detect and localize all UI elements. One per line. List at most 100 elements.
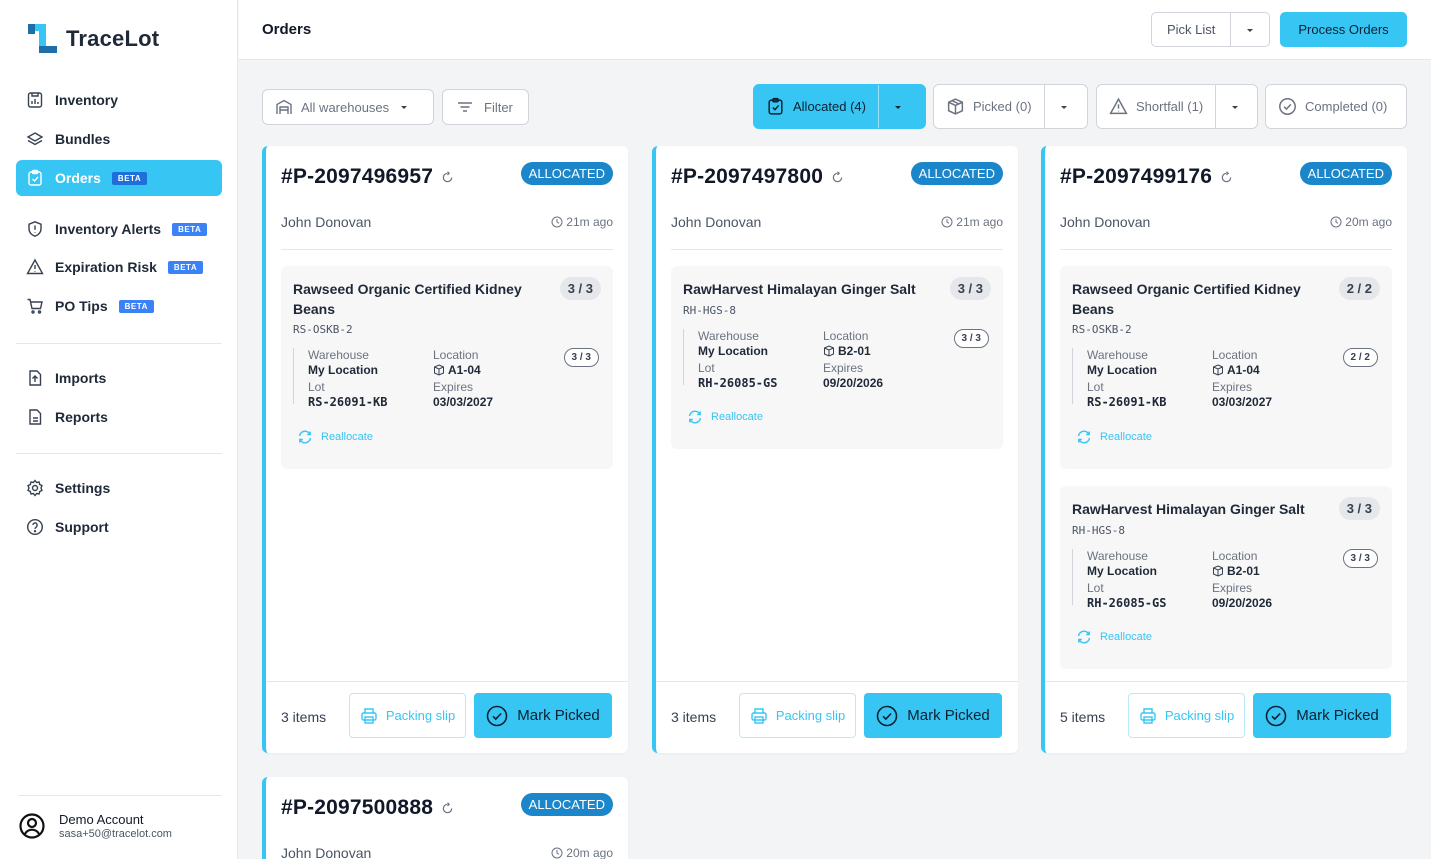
pick-list-dropdown[interactable] (1231, 13, 1269, 46)
reallocate-link[interactable]: Reallocate (1076, 429, 1152, 445)
mark-picked-button[interactable]: Mark Picked (864, 693, 1002, 738)
refresh-icon (688, 410, 702, 424)
sidebar-divider (16, 343, 222, 344)
box-icon (824, 345, 834, 357)
process-orders-button[interactable]: Process Orders (1280, 12, 1407, 47)
sidebar-item-inventory[interactable]: Inventory (16, 82, 222, 118)
sidebar-item-label: Inventory Alerts (55, 221, 162, 237)
status-tab-completed[interactable]: Completed (0) (1265, 84, 1407, 129)
check-circle-icon (1279, 98, 1296, 115)
packing-slip-button[interactable]: Packing slip (1128, 693, 1245, 738)
reallocate-link[interactable]: Reallocate (687, 409, 763, 425)
order-id[interactable]: #P-2097500888 (281, 796, 454, 820)
item-sku: RS-OSKB-2 (293, 323, 353, 336)
order-id-text: #P-2097497800 (671, 165, 824, 188)
order-id[interactable]: #P-2097499176 (1060, 165, 1233, 189)
order-card[interactable]: #P-2097499176 ALLOCATED John Donovan 20m… (1041, 146, 1407, 753)
allocation-block: Warehouse My Location Lot RH-26085-GS Lo… (1072, 549, 1378, 610)
top-header: Orders Pick List Process Orders (239, 0, 1431, 60)
customer-name: John Donovan (1060, 214, 1151, 230)
status-tab-main[interactable]: Completed (0) (1266, 85, 1399, 128)
mark-picked-label: Mark Picked (1296, 707, 1379, 724)
refresh-icon (442, 801, 453, 813)
pick-list-label[interactable]: Pick List (1152, 13, 1232, 46)
reallocate-label: Reallocate (1100, 431, 1152, 443)
status-tab-main[interactable]: Shortfall (1) (1097, 85, 1215, 128)
app-logo[interactable]: TraceLot (28, 24, 159, 53)
clock-icon (551, 216, 563, 228)
status-tab-allocated[interactable]: Allocated (4) (753, 84, 926, 129)
sidebar-item-orders[interactable]: Orders BETA (16, 160, 222, 196)
status-badge: ALLOCATED (520, 162, 613, 185)
packing-slip-label: Packing slip (385, 708, 456, 723)
expires-label: Expires (1212, 380, 1253, 394)
sidebar-item-label: Support (55, 519, 109, 535)
packing-slip-button[interactable]: Packing slip (349, 693, 466, 738)
order-card[interactable]: #P-2097497800 ALLOCATED John Donovan 21m… (652, 146, 1018, 753)
printer-icon (1140, 707, 1156, 724)
location-value: A1-04 (433, 363, 481, 377)
pick-list-button[interactable]: Pick List (1151, 12, 1271, 47)
packing-slip-label: Packing slip (775, 708, 846, 723)
order-card[interactable]: #P-2097496957 ALLOCATED John Donovan 21m… (262, 146, 628, 753)
packing-slip-button[interactable]: Packing slip (739, 693, 856, 738)
status-badge: ALLOCATED (910, 162, 1003, 185)
caret-down-icon (401, 106, 408, 109)
status-tab-picked[interactable]: Picked (0) (933, 84, 1088, 129)
order-card[interactable]: #P-2097500888 ALLOCATED John Donovan 20m… (262, 777, 628, 859)
caret-down-icon (1232, 105, 1239, 109)
warehouse-select[interactable]: All warehouses (262, 89, 434, 125)
status-badge: ALLOCATED (520, 793, 613, 816)
sidebar-item-settings[interactable]: Settings (16, 470, 222, 506)
item-qty-badge: 3 / 3 (1338, 497, 1380, 520)
check-circle-icon (486, 705, 508, 726)
mark-picked-button[interactable]: Mark Picked (474, 693, 612, 738)
sidebar-item-po-tips[interactable]: PO Tips BETA (16, 288, 222, 324)
status-tab-main[interactable]: Picked (0) (934, 85, 1044, 128)
location-label: Location (823, 329, 869, 343)
status-tab-main[interactable]: Allocated (4) (754, 85, 878, 128)
filter-button[interactable]: Filter (442, 89, 529, 125)
sidebar-item-label: PO Tips (55, 298, 108, 314)
expires-value: 09/20/2026 (823, 376, 884, 390)
status-tab-dropdown[interactable] (1215, 85, 1254, 128)
allocation-qty-badge: 3 / 3 (563, 348, 599, 367)
user-icon (19, 813, 45, 839)
report-icon (29, 409, 42, 425)
sidebar-item-inventory-alerts[interactable]: Inventory Alerts BETA (16, 211, 222, 247)
allocation-block: Warehouse My Location Lot RH-26085-GS Lo… (683, 329, 989, 390)
warehouse-value: My Location (308, 363, 379, 377)
order-id[interactable]: #P-2097497800 (671, 165, 844, 189)
sidebar-item-expiration-risk[interactable]: Expiration Risk BETA (16, 249, 222, 285)
order-id[interactable]: #P-2097496957 (281, 165, 454, 189)
item-name: RawHarvest Himalayan Ginger Salt (1072, 501, 1305, 517)
line-item: Rawseed Organic Certified Kidney Beans 2… (1060, 266, 1392, 469)
card-divider (281, 249, 613, 250)
app-name: TraceLot (66, 25, 160, 51)
status-tab-label: Shortfall (1) (1136, 99, 1204, 114)
lot-label: Lot (308, 380, 325, 394)
sidebar-item-reports[interactable]: Reports (16, 399, 222, 435)
reallocate-link[interactable]: Reallocate (297, 429, 373, 445)
lot-value: RH-26085-GS (698, 376, 778, 390)
line-item: RawHarvest Himalayan Ginger Salt 3 / 3 R… (671, 266, 1003, 449)
location-text: A1-04 (1227, 363, 1260, 377)
account-name: Demo Account (59, 812, 144, 827)
customer-name: John Donovan (281, 214, 372, 230)
cart-icon (27, 298, 43, 314)
card-footer: 3 items Packing slip Mark Picked (266, 681, 628, 753)
sidebar-item-bundles[interactable]: Bundles (16, 121, 222, 157)
status-tab-shortfall[interactable]: Shortfall (1) (1096, 84, 1258, 129)
items-count: 3 items (671, 709, 717, 725)
mark-picked-button[interactable]: Mark Picked (1253, 693, 1391, 738)
account-menu[interactable]: Demo Account sasa+50@tracelot.com (18, 795, 222, 840)
status-tab-dropdown[interactable] (877, 85, 917, 128)
card-divider (671, 249, 1003, 250)
expires-label: Expires (1212, 581, 1253, 595)
reallocate-link[interactable]: Reallocate (1076, 629, 1152, 645)
sidebar-item-label: Reports (55, 409, 108, 425)
item-qty-badge: 3 / 3 (559, 277, 601, 300)
sidebar-item-support[interactable]: Support (16, 509, 222, 545)
status-tab-dropdown[interactable] (1043, 85, 1083, 128)
sidebar-item-imports[interactable]: Imports (16, 360, 222, 396)
